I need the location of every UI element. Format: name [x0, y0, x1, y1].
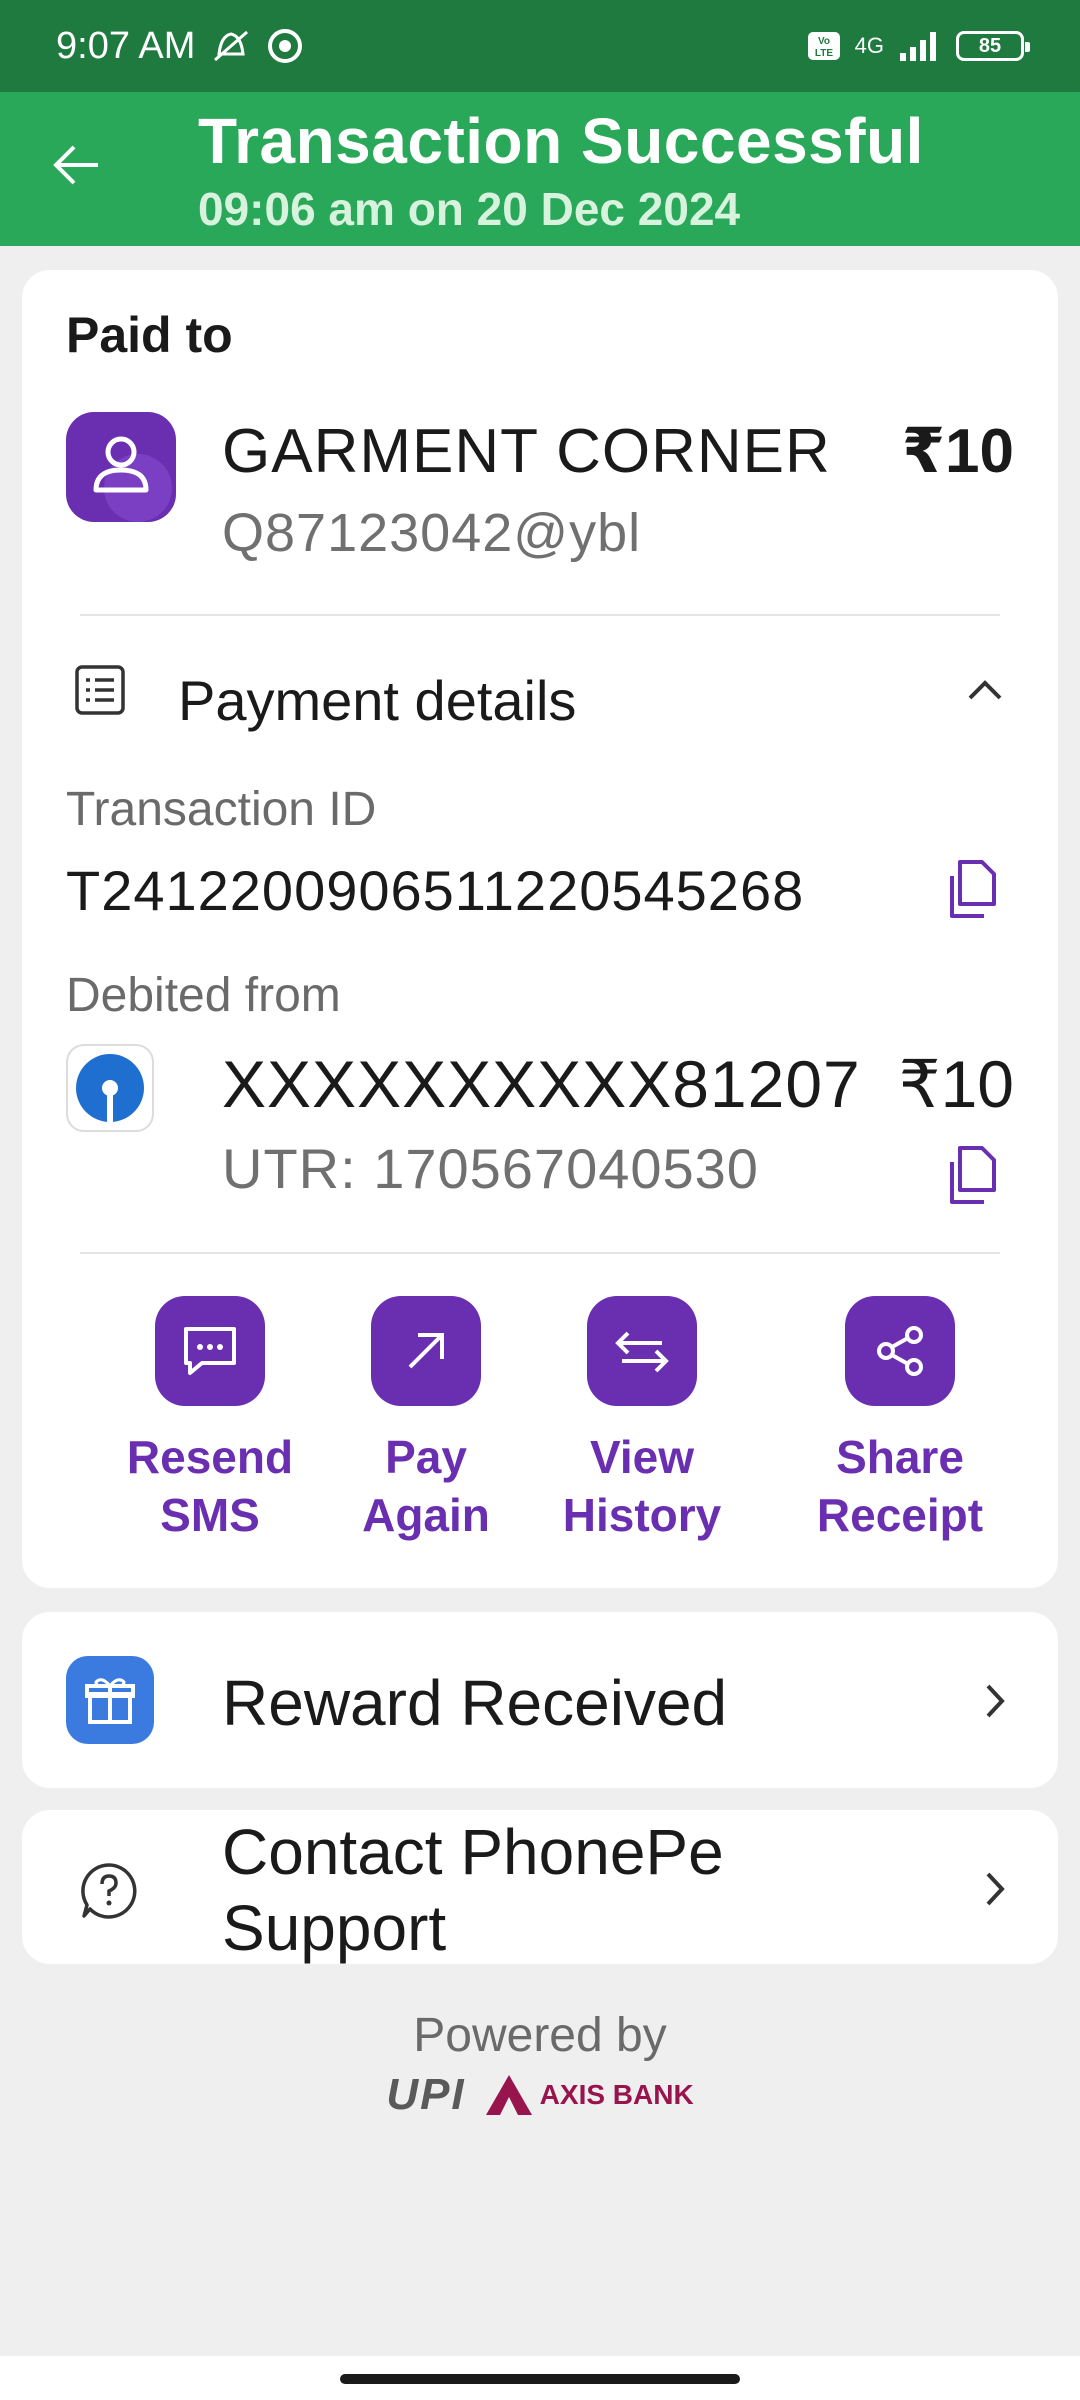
merchant-upi-id: Q87123042@ybl [222, 503, 642, 563]
status-time: 9:07 AM [56, 24, 196, 67]
axis-triangle-icon [485, 2075, 532, 2115]
reward-label: Reward Received [222, 1667, 728, 1739]
copy-utr-icon[interactable] [944, 1144, 1002, 1208]
action-icon-bg [371, 1296, 481, 1406]
action-label: Resend SMS [126, 1431, 294, 1541]
utr-number: UTR: 170567040530 [222, 1137, 759, 1200]
status-bar: 9:07 AM Vo LTE 4G 85 [0, 0, 1080, 92]
payment-card: Paid to GARMENT CORNER Q87123042@ybl ₹10… [22, 270, 1058, 1588]
swap-arrows-icon [615, 1331, 669, 1373]
signal-icon [898, 29, 942, 63]
debit-account-number: XXXXXXXXXX81207 [222, 1047, 861, 1121]
back-button[interactable] [50, 138, 104, 192]
action-label: View History [562, 1431, 722, 1541]
help-chat-icon [78, 1860, 140, 1922]
status-left: 9:07 AM [56, 25, 303, 68]
status-right: Vo LTE 4G 85 [807, 29, 1030, 63]
upi-logo: UPI [386, 2070, 466, 2119]
support-row[interactable]: Contact PhonePe Support [22, 1810, 1058, 1964]
sms-icon [184, 1327, 236, 1375]
debited-from-label: Debited from [66, 969, 341, 1022]
resend-sms-button[interactable]: Resend SMS [100, 1296, 320, 1544]
divider [80, 1252, 1000, 1254]
action-icon-bg [845, 1296, 955, 1406]
paid-amount: ₹10 [901, 417, 1014, 486]
debited-amount: ₹10 [898, 1047, 1014, 1121]
view-history-button[interactable]: View History [532, 1296, 752, 1544]
sbi-logo-icon [76, 1054, 144, 1122]
action-label: Pay Again [362, 1431, 490, 1541]
reward-row[interactable]: Reward Received [22, 1612, 1058, 1788]
divider [80, 614, 1000, 616]
whatsapp-icon [267, 28, 303, 64]
battery-icon: 85 [956, 31, 1030, 61]
powered-by-label: Powered by [413, 2009, 667, 2062]
network-type: 4G [854, 33, 884, 58]
share-receipt-button[interactable]: Share Receipt [790, 1296, 1010, 1544]
action-icon-bg [587, 1296, 697, 1406]
svg-text:LTE: LTE [815, 48, 833, 59]
bank-logo [66, 1044, 154, 1132]
copy-transaction-id-icon[interactable] [944, 858, 1002, 922]
transaction-timestamp: 09:06 am on 20 Dec 2024 [198, 183, 741, 235]
mute-icon [209, 26, 253, 66]
pay-again-button[interactable]: Pay Again [316, 1296, 536, 1544]
support-label: Contact PhonePe Support [222, 1816, 724, 1964]
receipt-list-icon [72, 662, 128, 718]
chevron-right-icon [972, 1866, 1018, 1912]
paid-to-label: Paid to [66, 307, 233, 363]
chevron-up-icon[interactable] [960, 666, 1010, 716]
arrow-up-right-icon [408, 1333, 444, 1369]
transaction-id-value: T2412200906511220545268 [66, 859, 805, 922]
action-label: Share Receipt [816, 1431, 984, 1541]
axis-bank-text: AXIS BANK [539, 2079, 694, 2110]
share-icon [877, 1326, 923, 1376]
battery-level: 85 [978, 34, 1002, 57]
partner-logos: UPI AXIS BANK [0, 2070, 1080, 2120]
person-icon [93, 436, 172, 522]
back-arrow-icon [53, 145, 98, 185]
transaction-id-label: Transaction ID [66, 783, 377, 836]
volte-icon: Vo LTE [807, 31, 841, 61]
chevron-right-icon [972, 1678, 1018, 1724]
page-title: Transaction Successful [198, 105, 924, 177]
gift-icon [66, 1656, 154, 1744]
payment-details-label[interactable]: Payment details [178, 668, 576, 733]
merchant-name: GARMENT CORNER [222, 417, 831, 486]
home-indicator[interactable] [340, 2374, 740, 2384]
action-icon-bg [155, 1296, 265, 1406]
header: Transaction Successful 09:06 am on 20 De… [0, 92, 1080, 246]
merchant-avatar [66, 412, 176, 522]
axis-bank-logo: AXIS BANK [484, 2073, 694, 2117]
action-row: Resend SMS Pay Again View History Share … [22, 1296, 1058, 1556]
svg-text:Vo: Vo [818, 36, 830, 47]
